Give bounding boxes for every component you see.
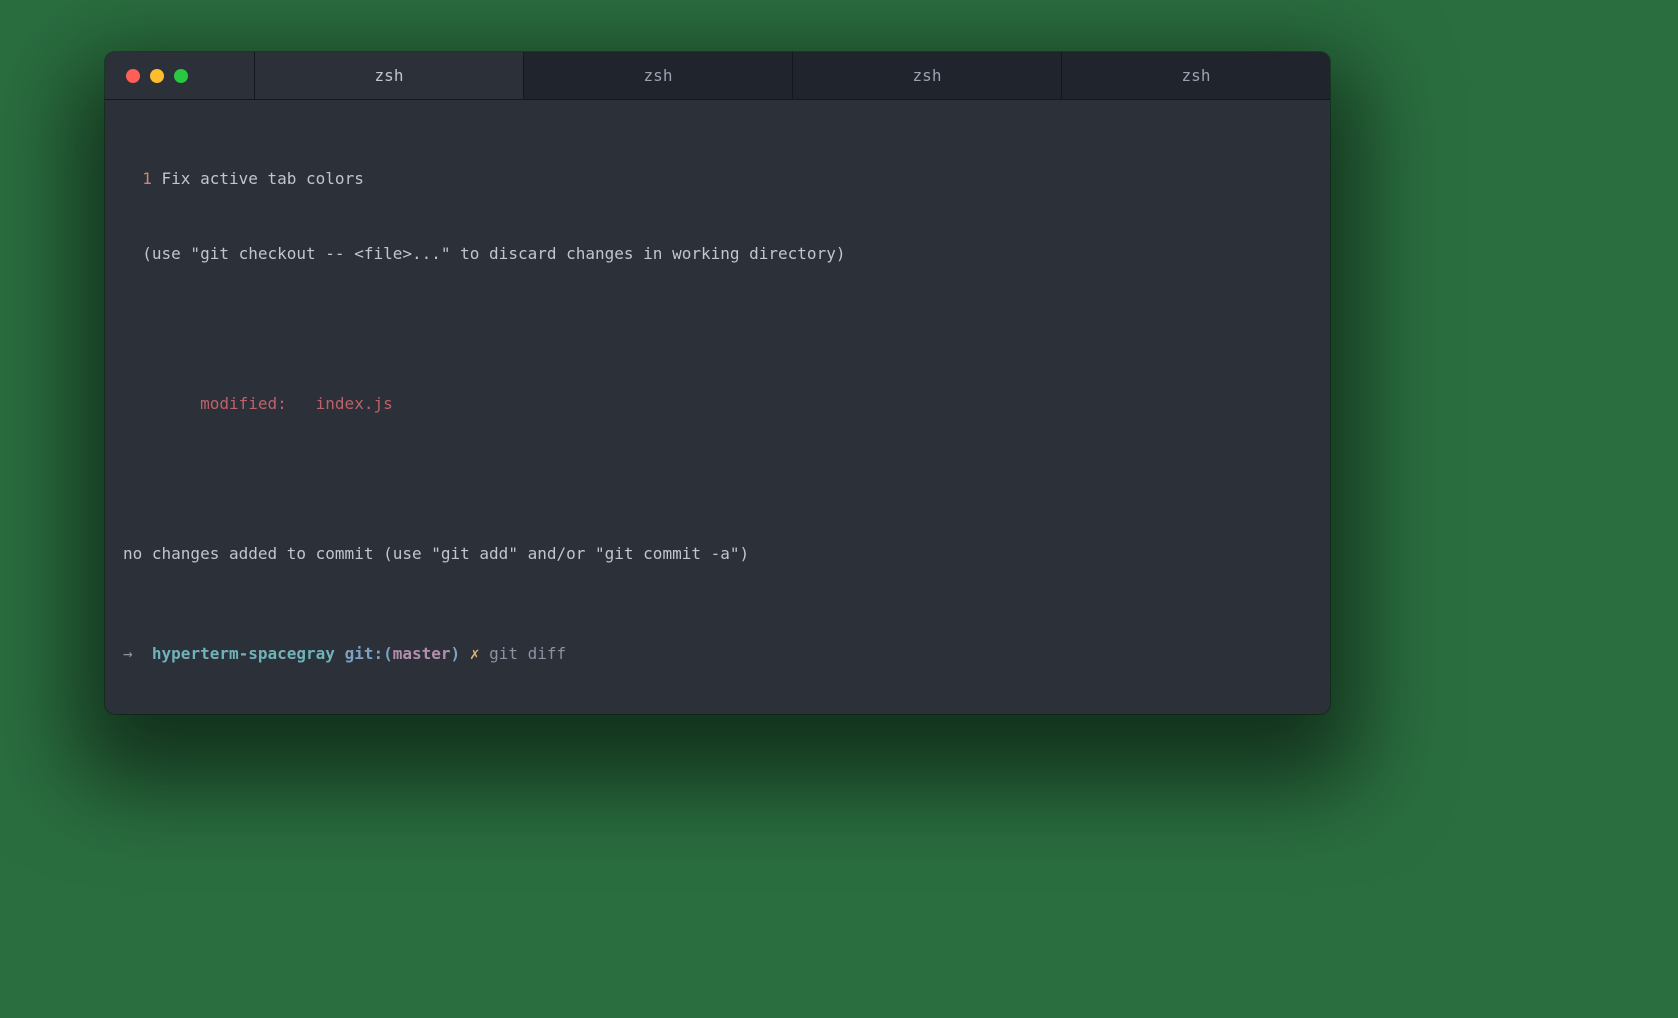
commit-message: Fix active tab colors: [152, 169, 364, 188]
prompt-paren: ): [451, 644, 461, 663]
prompt-git-label: git:: [345, 644, 384, 663]
command-text: git diff: [489, 644, 566, 663]
output-line: [123, 316, 1312, 341]
tab-label: zsh: [375, 63, 404, 88]
tab-zsh-3[interactable]: zsh: [793, 52, 1062, 99]
zoom-icon[interactable]: [174, 69, 188, 83]
tab-label: zsh: [1182, 63, 1211, 88]
output-line: [123, 466, 1312, 491]
modified-line: modified: index.js: [123, 391, 1312, 416]
prompt-line: → hyperterm-spacegray git:(master) ✗ git…: [123, 641, 1312, 666]
line-number: 1: [123, 169, 152, 188]
minimize-icon[interactable]: [150, 69, 164, 83]
prompt-branch: master: [393, 644, 451, 663]
tab-label: zsh: [644, 63, 673, 88]
output-line: (use "git checkout -- <file>..." to disc…: [123, 241, 1312, 266]
output-line: 1 Fix active tab colors: [123, 166, 1312, 191]
titlebar: zsh zsh zsh zsh: [105, 52, 1330, 100]
prompt-arrow-icon: →: [123, 644, 133, 663]
tab-label: zsh: [913, 63, 942, 88]
terminal-window: zsh zsh zsh zsh 1 Fix active tab colors …: [105, 52, 1330, 714]
prompt-paren: (: [383, 644, 393, 663]
prompt-dir: hyperterm-spacegray: [152, 644, 335, 663]
traffic-lights: [105, 52, 255, 99]
tab-zsh-4[interactable]: zsh: [1062, 52, 1330, 99]
terminal-body[interactable]: 1 Fix active tab colors (use "git checko…: [105, 100, 1330, 714]
close-icon[interactable]: [126, 69, 140, 83]
tab-zsh-1[interactable]: zsh: [255, 52, 524, 99]
output-line: no changes added to commit (use "git add…: [123, 541, 1312, 566]
tab-zsh-2[interactable]: zsh: [524, 52, 793, 99]
tab-bar: zsh zsh zsh zsh: [255, 52, 1330, 99]
